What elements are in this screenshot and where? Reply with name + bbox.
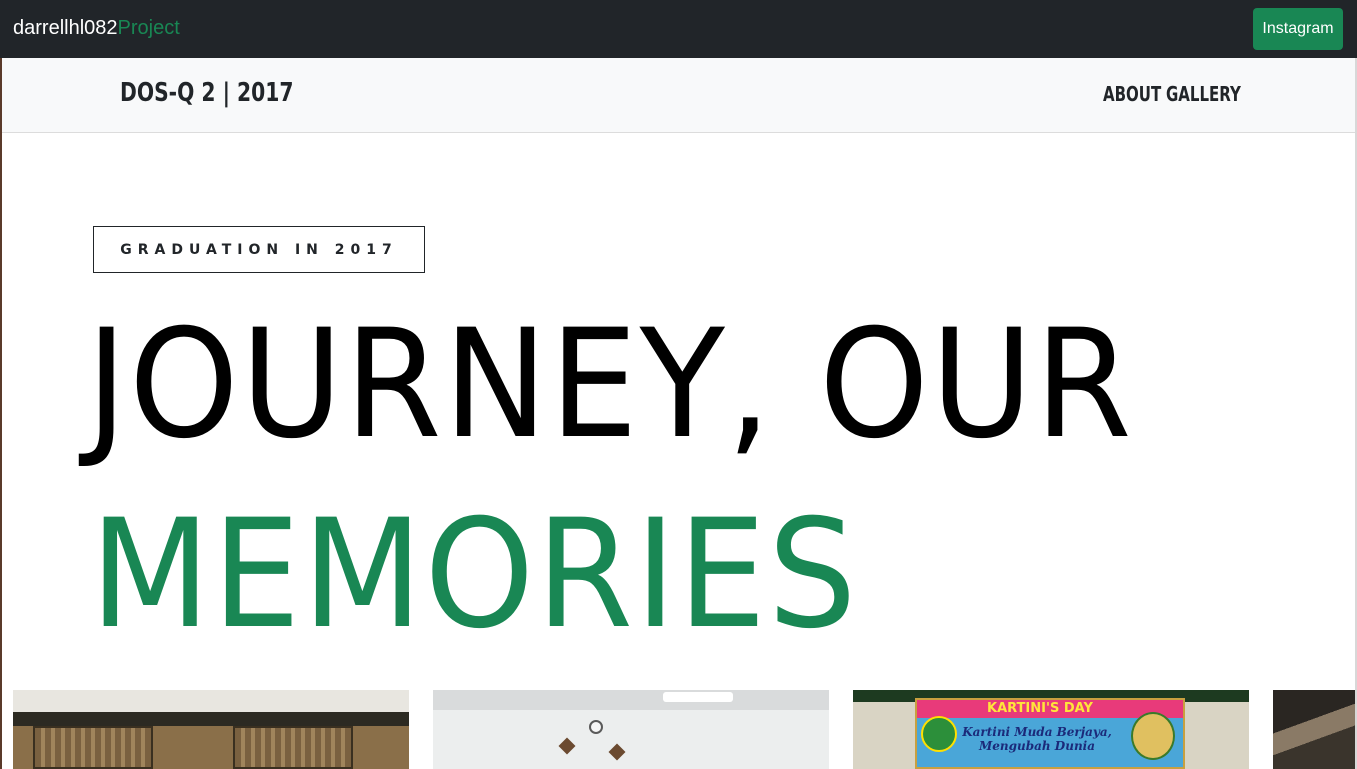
hero-tag-text: GRADUATION IN 2017 — [120, 241, 398, 258]
photo-frame-decor — [558, 737, 576, 755]
site-title[interactable]: DOS-Q 2 | 2017 — [120, 78, 293, 108]
brand-name: darrellhl082 — [13, 17, 118, 39]
photo-lamp-decor — [663, 692, 733, 702]
photo-frame-decor — [608, 743, 626, 761]
page-border-left — [0, 58, 2, 769]
hero-heading-line1: JOURNEY, OUR — [86, 298, 1134, 472]
photo-banner: KARTINI'S DAY Kartini Muda Berjaya, Meng… — [915, 698, 1185, 769]
hero-heading-line2: MEMORIES — [90, 488, 859, 662]
brand-accent: Project — [117, 17, 180, 39]
gallery-photo-4[interactable] — [1273, 690, 1355, 769]
top-navbar: darrellhl082Project Instagram — [0, 0, 1357, 58]
gallery-photo-1[interactable] — [13, 690, 409, 769]
banner-subtitle: Kartini Muda Berjaya, Mengubah Dunia — [962, 725, 1112, 753]
nav-link-about[interactable]: ABOUT — [1103, 82, 1161, 106]
photo-window-decor — [233, 726, 353, 769]
photo-window-decor — [33, 726, 153, 769]
portrait-icon — [1131, 712, 1175, 760]
site-navbar: DOS-Q 2 | 2017 ABOUT GALLERY — [2, 58, 1355, 133]
brand-link[interactable]: darrellhl082Project — [13, 17, 180, 40]
school-logo-icon — [921, 716, 957, 752]
nav-link-gallery[interactable]: GALLERY — [1166, 82, 1241, 106]
gallery-photo-3[interactable]: KARTINI'S DAY Kartini Muda Berjaya, Meng… — [853, 690, 1249, 769]
banner-title: KARTINI'S DAY — [987, 701, 1093, 716]
hero-tag: GRADUATION IN 2017 — [93, 226, 425, 273]
instagram-button[interactable]: Instagram — [1253, 8, 1343, 50]
gallery-photo-2[interactable] — [433, 690, 829, 769]
photo-clock-decor — [589, 720, 603, 734]
